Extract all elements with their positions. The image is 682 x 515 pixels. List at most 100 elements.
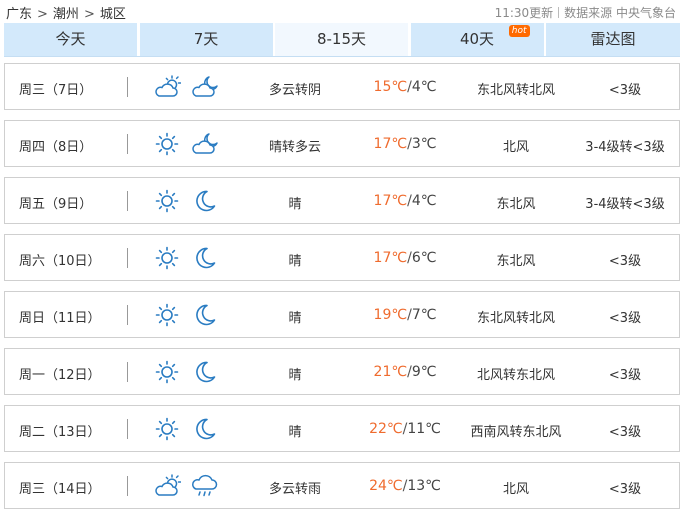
temp-low: 9℃ (411, 364, 437, 380)
temperature: 17℃/4℃ (360, 193, 450, 209)
wind-direction: 东北风 (496, 197, 536, 212)
weather-desc: 多云转阴 (268, 83, 321, 98)
forecast-row: 周三（14日） 多云转雨 24℃/13℃ 北风 <3级 (4, 462, 680, 509)
forecast-row: 周二（13日） 晴 22℃/11℃ 西南风转东北风 <3级 (4, 405, 680, 452)
weather-desc: 晴 (288, 197, 302, 212)
wind-level: <3级 (608, 425, 642, 440)
temp-high: 22℃ (369, 421, 403, 437)
wind-direction: 北风 (502, 140, 529, 155)
breadcrumb-province[interactable]: 广东 (6, 7, 32, 22)
wind-level: <3级 (608, 368, 642, 383)
forecast-tabs: 今天 7天 8-15天 40天 hot 雷达图 (4, 23, 680, 57)
sun-icon (153, 246, 181, 270)
column-divider (127, 191, 128, 211)
tab-label: 8-15天 (316, 30, 367, 48)
wind-direction: 东北风 (496, 254, 536, 269)
temp-low: 4℃ (411, 79, 437, 95)
data-source: 数据来源 中央气象台 (564, 6, 676, 20)
tab-8-15days[interactable]: 8-15天 (275, 23, 408, 56)
column-divider (127, 305, 128, 325)
forecast-row: 周五（9日） 晴 17℃/4℃ 东北风 3-4级转<3级 (4, 177, 680, 224)
temp-high: 21℃ (373, 364, 408, 380)
cloudy-moon-icon (191, 132, 219, 156)
column-divider (127, 362, 128, 382)
temp-low: 11℃ (407, 421, 441, 437)
tab-40days[interactable]: 40天 hot (410, 23, 544, 56)
temperature: 22℃/11℃ (360, 421, 450, 437)
sun-icon (153, 360, 181, 384)
sun-icon (153, 189, 181, 213)
weather-desc: 晴 (288, 368, 302, 383)
wind-level: <3级 (608, 482, 642, 497)
forecast-row: 周六（10日） 晴 17℃/6℃ 东北风 <3级 (4, 234, 680, 281)
temp-high: 15℃ (373, 79, 408, 95)
tab-radar[interactable]: 雷达图 (546, 23, 680, 56)
update-time: 11:30更新 (494, 6, 554, 20)
wind-direction: 西南风转东北风 (470, 425, 562, 440)
forecast-day: 周五（9日） (19, 197, 93, 212)
forecast-day: 周日（11日） (19, 311, 101, 326)
wind-direction: 东北风转北风 (476, 311, 555, 326)
hot-badge: hot (508, 25, 530, 37)
breadcrumb-separator: > (83, 7, 95, 22)
temperature: 19℃/7℃ (360, 307, 450, 323)
moon-icon (191, 360, 219, 384)
temperature: 21℃/9℃ (360, 364, 450, 380)
forecast-row: 周三（7日） 多云转阴 15℃/4℃ 东北风转北风 <3级 (4, 63, 680, 110)
column-divider (127, 476, 128, 496)
weather-desc: 多云转雨 (268, 482, 321, 497)
temperature: 24℃/13℃ (360, 478, 450, 494)
weather-desc: 晴转多云 (268, 140, 321, 155)
forecast-row: 周一（12日） 晴 21℃/9℃ 北风转东北风 <3级 (4, 348, 680, 395)
column-divider (127, 77, 128, 97)
tab-today[interactable]: 今天 (4, 23, 137, 56)
wind-direction: 北风转东北风 (476, 368, 555, 383)
tab-7days[interactable]: 7天 (139, 23, 273, 56)
moon-icon (191, 303, 219, 327)
forecast-row: 周日（11日） 晴 19℃/7℃ 东北风转北风 <3级 (4, 291, 680, 338)
temperature: 15℃/4℃ (360, 79, 450, 95)
temp-low: 7℃ (411, 307, 437, 323)
temp-high: 17℃ (373, 136, 408, 152)
tab-label: 雷达图 (590, 30, 636, 48)
wind-level: <3级 (608, 254, 642, 269)
forecast-day: 周二（13日） (19, 425, 101, 440)
temp-high: 24℃ (369, 478, 403, 494)
moon-icon (191, 246, 219, 270)
sun-icon (153, 132, 181, 156)
forecast-day: 周三（7日） (19, 83, 93, 98)
temp-high: 17℃ (373, 193, 408, 209)
sun-icon (153, 417, 181, 441)
weather-desc: 晴 (288, 311, 302, 326)
wind-level: <3级 (608, 311, 642, 326)
forecast-day: 周三（14日） (19, 482, 101, 497)
forecast-day: 周四（8日） (19, 140, 93, 155)
column-divider (127, 248, 128, 268)
column-divider (127, 134, 128, 154)
breadcrumb-separator: > (37, 7, 48, 22)
forecast-day: 周一（12日） (19, 368, 101, 383)
update-info: 11:30更新 数据来源 中央气象台 (495, 4, 676, 21)
weather-desc: 晴 (288, 254, 302, 269)
top-bar: 广东 > 潮州 > 城区 11:30更新 数据来源 中央气象台 (0, 0, 682, 22)
tab-label: 今天 (55, 30, 86, 48)
temp-high: 19℃ (373, 307, 408, 323)
forecast-row: 周四（8日） 晴转多云 17℃/3℃ 北风 3-4级转<3级 (4, 120, 680, 167)
weather-desc: 晴 (288, 425, 302, 440)
tab-label: 7天 (193, 30, 219, 48)
column-divider (127, 419, 128, 439)
breadcrumb-district: 城区 (99, 7, 126, 22)
temp-high: 17℃ (373, 250, 408, 266)
wind-level: 3-4级转<3级 (585, 197, 665, 212)
rain-icon (191, 474, 219, 498)
breadcrumb-city[interactable]: 潮州 (53, 7, 79, 22)
moon-icon (191, 417, 219, 441)
temp-low: 4℃ (411, 193, 437, 209)
cloudy-moon-icon (191, 75, 219, 99)
tab-underline (4, 56, 680, 57)
forecast-day: 周六（10日） (19, 254, 101, 269)
wind-level: 3-4级转<3级 (585, 140, 665, 155)
temp-low: 3℃ (411, 136, 437, 152)
cloudy-sun-icon (153, 474, 181, 498)
wind-direction: 东北风转北风 (476, 83, 555, 98)
